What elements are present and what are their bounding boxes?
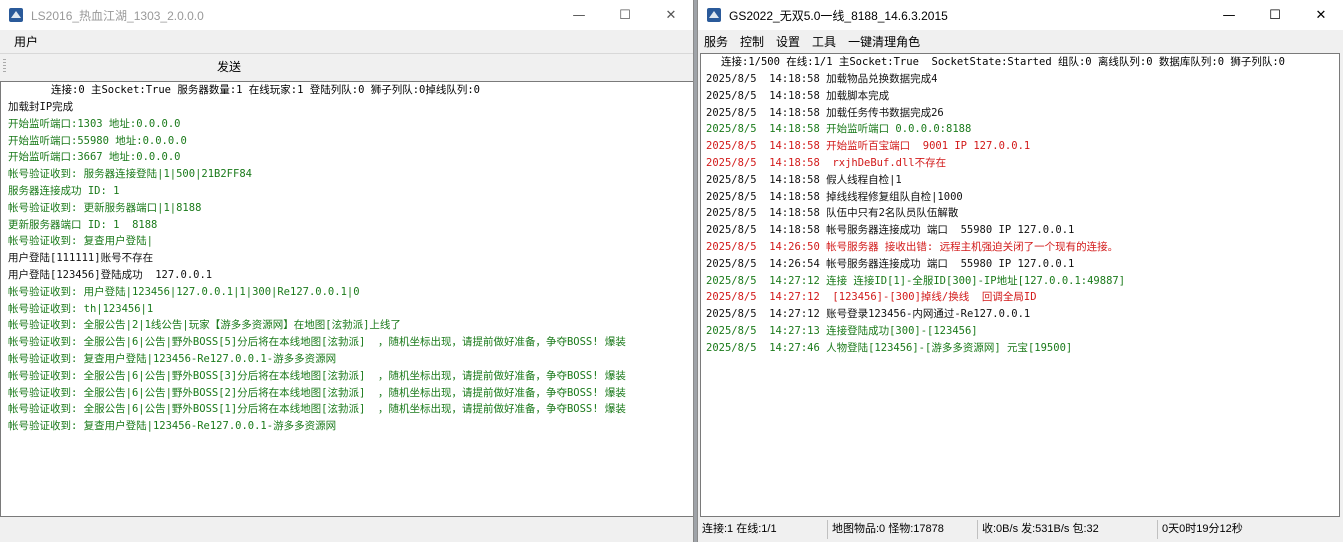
log-textbox[interactable]: 连接:0 主Socket:True 服务器数量:1 在线玩家:1 登陆列队:0 … [0,81,693,517]
log-line: 2025/8/5 14:18:58 假人线程自检|1 [706,173,902,186]
log-line: 帐号验证收到: 全服公告|6|公告|野外BOSS[1]分后将在本线地图[泫勃派]… [8,403,626,416]
menu-service[interactable]: 服务 [698,33,734,50]
log-line: 服务器连接成功 ID: 1 [8,184,120,197]
log-line: 2025/8/5 14:27:13 连接登陆成功[300]-[123456] [706,324,978,337]
window-controls: — ☐ ✕ [556,0,693,30]
log-line: 帐号验证收到: 复查用户登陆| [8,235,153,248]
menu-control[interactable]: 控制 [734,33,770,50]
app-icon [9,8,23,22]
menu-clear-roles[interactable]: 一键清理角色 [842,33,926,50]
window-controls: — ☐ ✕ [1206,0,1343,30]
log-line: 2025/8/5 14:18:58 开始监听百宝端口 9001 IP 127.0… [706,140,1031,153]
menu-settings[interactable]: 设置 [770,33,806,50]
log-line: 用户登陆[111111]账号不存在 [8,252,154,265]
toolbar-grip[interactable] [3,59,6,74]
log-line: 2025/8/5 14:26:54 帐号服务器连接成功 端口 55980 IP … [706,257,1075,270]
log-lines: 2025/8/5 14:18:58 加载物品兑换数据完成4 2025/8/5 14… [701,71,1339,357]
status-map-items: 地图物品:0 怪物:17878 [828,520,978,539]
maximize-button[interactable]: ☐ [1252,0,1298,30]
log-line: 2025/8/5 14:27:46 人物登陆[123456]-[游多多资源网] … [706,341,1073,354]
menu-tools[interactable]: 工具 [806,33,842,50]
log-line: 用户登陆[123456]登陆成功 127.0.0.1 [8,268,213,281]
server-status-line: 连接:0 主Socket:True 服务器数量:1 在线玩家:1 登陆列队:0 … [51,84,481,96]
menu-user[interactable]: 用户 [0,33,44,50]
close-button[interactable]: ✕ [648,0,693,30]
minimize-button[interactable]: — [1206,0,1252,30]
log-line: 帐号验证收到: 更新服务器端口|1|8188 [8,201,202,214]
log-line: 2025/8/5 14:18:58 队伍中只有2名队员队伍解散 [706,207,959,220]
menu-bar: 服务 控制 设置 工具 一键清理角色 [698,30,1343,53]
log-textbox[interactable]: 连接:1/500 在线:1/1 主Socket:True SocketState… [700,53,1340,517]
title-bar[interactable]: LS2016_热血江湖_1303_2.0.0.0 — ☐ ✕ [0,0,693,30]
log-line: 开始监听端口:3667 地址:0.0.0.0 [8,151,181,164]
log-line: 帐号验证收到: 全服公告|6|公告|野外BOSS[2]分后将在本线地图[泫勃派]… [8,386,626,399]
log-line: 2025/8/5 14:26:50 帐号服务器 接收出错: 远程主机强迫关闭了一… [706,240,1119,253]
game-server-window: GS2022_无双5.0一线_8188_14.6.3.2015 — ☐ ✕ 服务… [697,0,1343,542]
log-line: 加载封IP完成 [8,101,74,113]
log-line: 帐号验证收到: th|123456|1 [8,302,154,315]
window-title: GS2022_无双5.0一线_8188_14.6.3.2015 [729,8,948,23]
send-button[interactable]: 发送 [208,57,250,76]
status-connections: 连接:1 在线:1/1 [698,520,828,539]
log-line: 帐号验证收到: 全服公告|6|公告|野外BOSS[5]分后将在本线地图[泫勃派]… [8,336,626,349]
log-line: 2025/8/5 14:18:58 加载脚本完成 [706,89,890,102]
log-line: 开始监听端口:55980 地址:0.0.0.0 [8,134,187,147]
log-line: 帐号验证收到: 服务器连接登陆|1|500|21B2FF84 [8,168,252,181]
minimize-button[interactable]: — [556,0,602,30]
log-line: 帐号验证收到: 全服公告|2|1线公告|玩家【游多多资源网】在地图[泫勃派]上线… [8,319,401,332]
log-line: 更新服务器端口 ID: 1 8188 [8,218,158,231]
log-line: 帐号验证收到: 复查用户登陆|123456-Re127.0.0.1-游多多资源网 [8,352,337,365]
log-line: 2025/8/5 14:27:12 [123456]-[300]掉线/换线 回调… [706,291,1037,304]
log-line: 2025/8/5 14:27:12 连接 连接ID[1]-全服ID[300]-I… [706,274,1126,287]
log-lines: 加载封IP完成开始监听端口:1303 地址:0.0.0.0 开始监听端口:5598… [1,99,693,435]
close-button[interactable]: ✕ [1298,0,1343,30]
log-line: 2025/8/5 14:18:58 加载物品兑换数据完成4 [706,73,938,85]
log-line: 帐号验证收到: 用户登陆|123456|127.0.0.1|1|300|Re12… [8,285,360,298]
status-bar: 连接:1 在线:1/1 地图物品:0 怪物:17878 收:0B/s 发:531… [698,517,1343,542]
title-bar[interactable]: GS2022_无双5.0一线_8188_14.6.3.2015 — ☐ ✕ [698,0,1343,30]
log-line: 2025/8/5 14:18:58 帐号服务器连接成功 端口 55980 IP … [706,224,1075,237]
status-traffic: 收:0B/s 发:531B/s 包:32 [978,520,1158,539]
log-line: 开始监听端口:1303 地址:0.0.0.0 [8,117,181,130]
log-line: 帐号验证收到: 全服公告|6|公告|野外BOSS[3]分后将在本线地图[泫勃派]… [8,369,626,382]
menu-bar: 用户 [0,30,693,53]
log-line: 2025/8/5 14:18:58 加载任务传书数据完成26 [706,106,944,119]
login-server-window: LS2016_热血江湖_1303_2.0.0.0 — ☐ ✕ 用户 发送 连接:… [0,0,694,542]
log-line: 2025/8/5 14:18:58 rxjhDeBuf.dll不存在 [706,156,947,169]
server-status-line: 连接:1/500 在线:1/1 主Socket:True SocketState… [721,56,1286,68]
toolbar: 发送 [0,53,693,79]
status-uptime: 0天0时19分12秒 [1162,523,1243,535]
maximize-button[interactable]: ☐ [602,0,648,30]
log-line: 帐号验证收到: 复查用户登陆|123456-Re127.0.0.1-游多多资源网 [8,420,337,433]
app-icon [707,8,721,22]
log-line: 2025/8/5 14:27:12 账号登录123456-内网通过-Re127.… [706,308,1031,321]
log-line: 2025/8/5 14:18:58 开始监听端口 0.0.0.0:8188 [706,123,972,136]
log-line: 2025/8/5 14:18:58 掉线线程修复组队自检|1000 [706,190,963,203]
window-title: LS2016_热血江湖_1303_2.0.0.0 [31,8,204,23]
